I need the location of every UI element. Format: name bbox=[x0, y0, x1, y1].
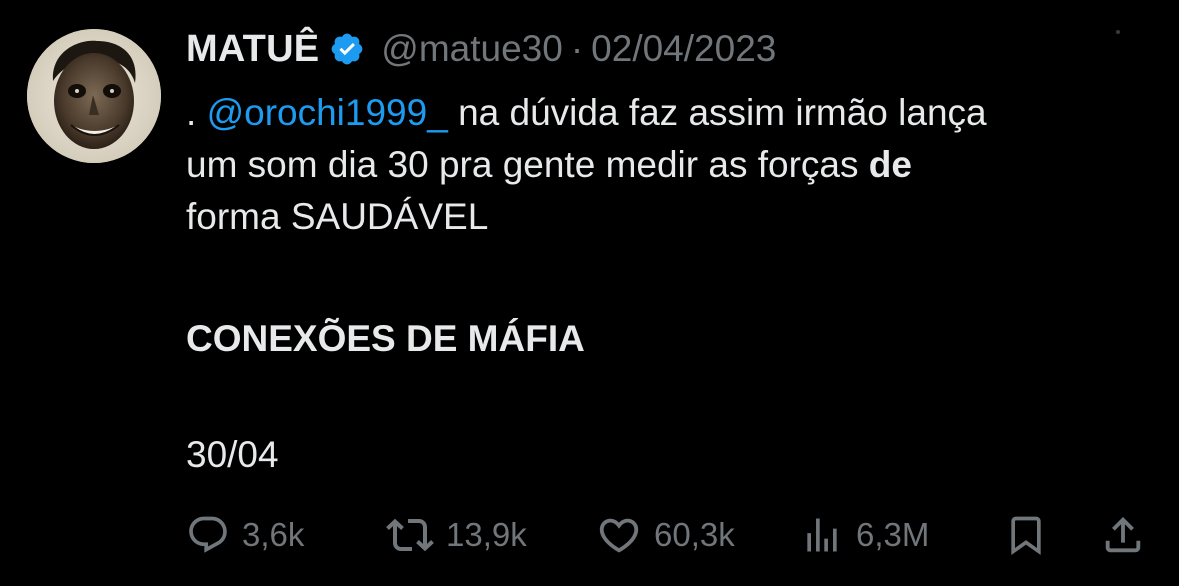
tweet-body: . @orochi1999_ na dúvida faz assim irmão… bbox=[186, 87, 1156, 243]
reply-count: 3,6k bbox=[242, 516, 305, 553]
heart-icon bbox=[599, 518, 639, 553]
tweet-prefix: . bbox=[186, 92, 207, 133]
tweet-actions: 3,6k 13,9k 60,3k 6,3M bbox=[186, 507, 1156, 563]
tweet-line-2: um som dia 30 pra gente medir as forças … bbox=[186, 139, 1156, 191]
tweet-date[interactable]: 02/04/2023 bbox=[591, 28, 776, 70]
reply-icon bbox=[189, 516, 227, 553]
views-count: 6,3M bbox=[856, 516, 930, 553]
like-count: 60,3k bbox=[654, 516, 735, 553]
tweet-header: MATUÊ @matue30 · 02/04/2023 bbox=[186, 25, 776, 73]
author-handle[interactable]: @matue30 bbox=[381, 28, 563, 70]
retweet-icon bbox=[386, 518, 434, 552]
release-title: CONEXÕES DE MÁFIA bbox=[186, 318, 585, 359]
share-icon bbox=[1105, 516, 1141, 553]
views-chart-icon bbox=[807, 518, 837, 552]
more-dot bbox=[1116, 30, 1120, 34]
tweet-line-1: . @orochi1999_ na dúvida faz assim irmão… bbox=[186, 87, 1156, 139]
mention-link[interactable]: @orochi1999_ bbox=[207, 92, 448, 133]
bookmark-button[interactable] bbox=[1004, 507, 1048, 563]
views-button[interactable]: 6,3M bbox=[800, 507, 929, 563]
tweet-line-1-text: na dúvida faz assim irmão lança bbox=[447, 92, 987, 133]
tweet: MATUÊ @matue30 · 02/04/2023 . @orochi199… bbox=[0, 0, 1179, 586]
tweet-line-2-bold: de bbox=[868, 144, 912, 185]
avatar[interactable] bbox=[27, 29, 161, 163]
retweet-button[interactable]: 13,9k bbox=[386, 507, 527, 563]
header-separator: · bbox=[570, 28, 584, 69]
tweet-line-3: forma SAUDÁVEL bbox=[186, 196, 489, 237]
tweet-line-2-text: um som dia 30 pra gente medir as forças bbox=[186, 144, 869, 185]
share-button[interactable] bbox=[1100, 507, 1146, 563]
release-date: 30/04 bbox=[186, 434, 279, 475]
verified-badge-icon bbox=[329, 31, 365, 67]
bookmark-icon bbox=[1011, 516, 1041, 556]
retweet-count: 13,9k bbox=[446, 516, 527, 553]
like-button[interactable]: 60,3k bbox=[596, 507, 735, 563]
author-name[interactable]: MATUÊ bbox=[186, 28, 319, 71]
avatar-face-image bbox=[27, 29, 161, 163]
reply-button[interactable]: 3,6k bbox=[186, 507, 304, 563]
